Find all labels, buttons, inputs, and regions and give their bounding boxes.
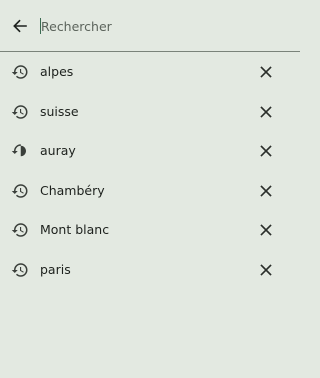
history-icon [11,104,28,119]
close-icon [260,224,272,237]
history-item[interactable]: auray [0,132,300,172]
history-item-label: Mont blanc [40,222,110,238]
close-icon [260,185,272,197]
remove-history-button[interactable] [256,220,276,240]
remove-history-button[interactable] [256,62,276,82]
history-icon [11,184,28,198]
history-item[interactable]: paris [0,251,300,291]
close-icon [260,264,272,276]
history-icon [11,223,28,238]
search-field[interactable] [40,16,290,36]
history-icon [11,263,28,277]
remove-history-button[interactable] [256,102,276,122]
history-item-label: paris [40,261,71,277]
remove-history-button[interactable] [256,181,276,201]
history-icon [11,65,28,79]
search-input[interactable] [41,16,271,36]
history-item-label: alpes [40,64,74,79]
history-item[interactable]: suisse [0,93,300,133]
remove-history-button[interactable] [256,141,276,161]
close-icon [260,105,272,118]
remove-history-button[interactable] [256,260,276,280]
history-item[interactable]: Chambéry [0,172,300,212]
history-item-label: auray [40,143,76,159]
search-bar [0,0,300,52]
history-item[interactable]: alpes [0,53,300,93]
arrow-left-icon [13,19,27,33]
history-item-label: suisse [40,103,79,119]
search-history-list: alpes suisse auray Chambéry Mont blanc p [0,53,300,291]
history-item-label: Chambéry [40,182,105,198]
history-icon [11,144,26,157]
history-item[interactable]: Mont blanc [0,211,300,251]
close-icon [260,66,272,78]
close-icon [260,145,272,157]
back-button[interactable] [9,15,31,37]
